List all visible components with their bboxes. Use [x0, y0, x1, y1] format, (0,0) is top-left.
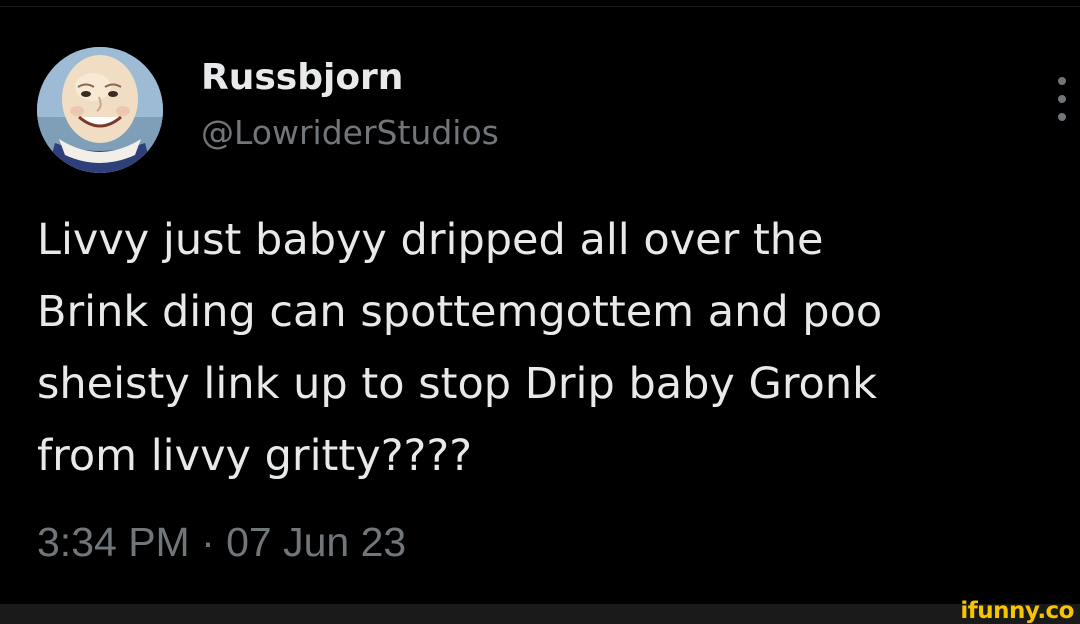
tweet-text-line: Brink ding can spottemgottem and poo [37, 287, 883, 337]
tweet-text-line: from livvy gritty???? [37, 431, 473, 481]
more-options-icon-dot [1058, 113, 1066, 121]
tweet-text: Livvy just babyy dripped all over the Br… [37, 204, 1057, 492]
tweet-screenshot: Russbjorn @LowriderStudios Livvy just ba… [0, 0, 1080, 624]
author-handle[interactable]: @LowriderStudios [201, 111, 499, 155]
tweet-text-line: Livvy just babyy dripped all over the [37, 215, 824, 265]
watermark-bar [0, 604, 1080, 624]
more-options-icon-dot [1058, 95, 1066, 103]
tweet-text-line: sheisty link up to stop Drip baby Gronk [37, 359, 878, 409]
top-divider [0, 6, 1080, 7]
more-options-button[interactable] [1048, 73, 1076, 125]
more-options-icon [1058, 77, 1066, 85]
humpty-dumpty-avatar-icon [37, 47, 163, 173]
tweet-timestamp[interactable]: 3:34 PM · 07 Jun 23 [37, 516, 406, 568]
avatar[interactable] [37, 47, 163, 173]
ifunny-watermark: ifunny.co [960, 598, 1074, 624]
author-display-name[interactable]: Russbjorn [201, 56, 403, 100]
